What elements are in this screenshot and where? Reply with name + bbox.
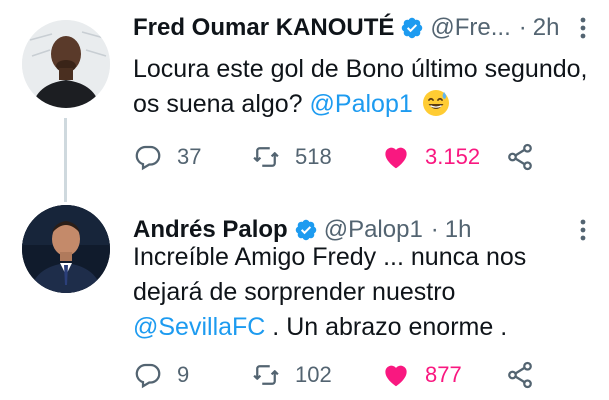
mention-link[interactable]: @Palop1 — [310, 90, 413, 118]
retweet-icon — [253, 147, 279, 167]
heart-filled-icon — [385, 365, 407, 387]
reply-count: 37 — [177, 144, 202, 169]
avatar-kanoute[interactable] — [22, 20, 110, 108]
retweet-button[interactable]: 102 — [251, 357, 332, 393]
grinning-sweat-emoji-icon — [422, 89, 450, 117]
thread-connector-line — [64, 118, 67, 202]
verified-badge-icon — [294, 218, 318, 242]
reply-button[interactable]: 9 — [133, 357, 189, 393]
tweet-palop[interactable]: Andrés Palop @Palop1 · 1h Increíble Amig… — [0, 200, 609, 400]
retweet-count: 102 — [295, 362, 332, 387]
time-separator: · — [518, 14, 527, 41]
reply-icon — [135, 363, 161, 389]
heart-filled-icon — [385, 147, 407, 169]
author-handle[interactable]: @Fre... — [430, 14, 510, 42]
tweet-time[interactable]: 2h — [533, 14, 560, 42]
share-button[interactable] — [505, 357, 535, 393]
share-icon — [508, 143, 532, 171]
share-button[interactable] — [505, 139, 535, 175]
retweet-button[interactable]: 518 — [251, 139, 332, 175]
tweet-text-tail: . Un abrazo enorme . — [265, 313, 508, 341]
tweet-header: Fred Oumar KANOUTÉ @Fre... · 2h — [133, 12, 597, 44]
like-button[interactable]: 3.152 — [381, 139, 480, 175]
author-name[interactable]: Fred Oumar KANOUTÉ — [133, 14, 394, 42]
reply-icon — [135, 145, 161, 171]
tweet-text: Increíble Amigo Fredy ... nunca nos deja… — [133, 240, 589, 345]
like-count: 877 — [425, 362, 462, 387]
like-button[interactable]: 877 — [381, 357, 462, 393]
like-count: 3.152 — [425, 144, 481, 169]
tweet-text: Locura este gol de Bono último segundo, … — [133, 52, 589, 122]
retweet-icon — [253, 365, 279, 385]
mention-link[interactable]: @SevillaFC — [133, 313, 265, 341]
share-icon — [508, 361, 532, 389]
verified-badge-icon — [400, 16, 424, 40]
reply-button[interactable]: 37 — [133, 139, 201, 175]
retweet-count: 518 — [295, 144, 332, 169]
tweet-text-content: Increíble Amigo Fredy ... nunca nos deja… — [133, 243, 527, 306]
more-options-icon[interactable] — [579, 12, 587, 44]
avatar-palop[interactable] — [22, 205, 110, 293]
reply-count: 9 — [177, 362, 190, 387]
tweet-kanoute[interactable]: Fred Oumar KANOUTÉ @Fre... · 2h Locura e… — [0, 0, 609, 202]
